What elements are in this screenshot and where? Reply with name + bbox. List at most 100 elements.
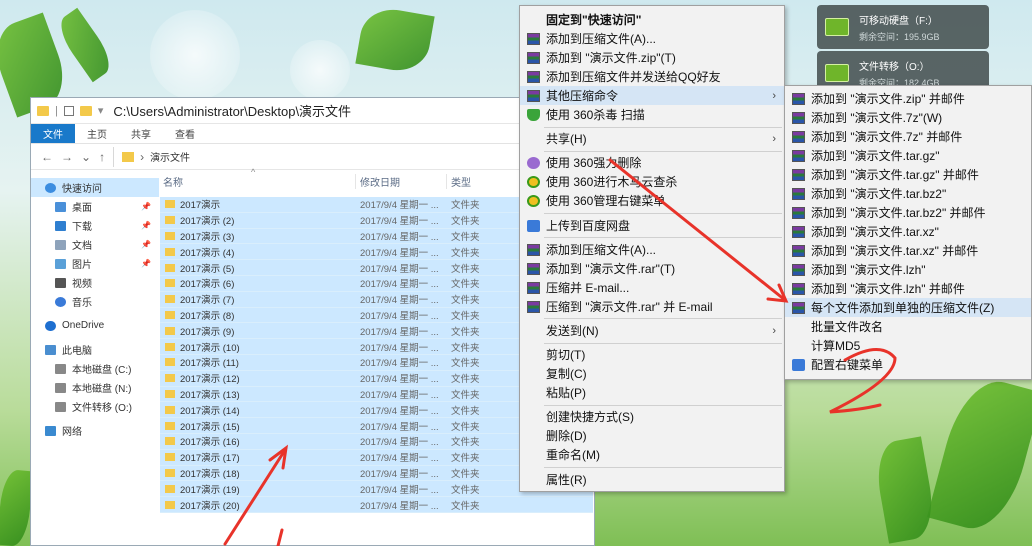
nav-item-drive-o[interactable]: 文件转移 (O:) [31, 397, 159, 416]
menu-item-label: 添加到压缩文件(A)... [546, 32, 656, 46]
winrar-icon [792, 112, 805, 124]
column-date[interactable]: 修改日期 [355, 173, 446, 189]
menu-item[interactable]: 删除(D) [520, 426, 784, 445]
tab-view[interactable]: 查看 [163, 124, 207, 143]
folder-icon [37, 105, 49, 116]
menu-item[interactable]: 添加到 "演示文件.zip"(T) [520, 48, 784, 67]
menu-separator [544, 467, 782, 468]
menu-item[interactable]: 计算MD5 [785, 336, 1031, 355]
file-type: 文件夹 [451, 374, 480, 386]
drive-name: 可移动硬盘（F:） [859, 15, 938, 27]
nav-item-videos[interactable]: 视频 [31, 273, 159, 292]
menu-item[interactable]: 添加到 "演示文件.tar.xz" [785, 222, 1031, 241]
file-date: 2017/9/4 星期一 ... [360, 263, 439, 275]
chevron-right-icon: › [772, 132, 776, 145]
menu-item[interactable]: 添加到 "演示文件.tar.gz" [785, 146, 1031, 165]
menu-item[interactable]: 创建快捷方式(S) [520, 407, 784, 426]
winrar-icon [527, 33, 540, 45]
menu-item[interactable]: 每个文件添加到单独的压缩文件(Z) [785, 298, 1031, 317]
menu-item[interactable]: 上传到百度网盘 [520, 216, 784, 235]
properties-icon[interactable] [63, 105, 74, 116]
drive-name: 文件转移（O:） [859, 61, 930, 73]
menu-item[interactable]: 添加到压缩文件(A)... [520, 240, 784, 259]
menu-item[interactable]: 添加到 "演示文件.lzh" 并邮件 [785, 279, 1031, 298]
breadcrumb[interactable]: 演示文件 [150, 149, 190, 164]
menu-item[interactable]: 添加到 "演示文件.zip" 并邮件 [785, 89, 1031, 108]
menu-item[interactable]: 使用 360杀毒 扫描 [520, 105, 784, 124]
winrar-icon [792, 264, 805, 276]
file-date: 2017/9/4 星期一 ... [360, 468, 439, 480]
tab-file[interactable]: 文件 [31, 124, 75, 143]
new-folder-icon[interactable] [79, 105, 92, 116]
menu-item[interactable]: 添加到 "演示文件.tar.gz" 并邮件 [785, 165, 1031, 184]
menu-item[interactable]: 使用 360进行木马云查杀 [520, 172, 784, 191]
winrar-icon [527, 71, 540, 83]
menu-item[interactable]: 发送到(N) › [520, 321, 784, 340]
menu-separator [544, 404, 782, 406]
nav-item-onedrive[interactable]: OneDrive [31, 316, 159, 335]
file-name-cell: 2017演示 (2) [160, 213, 356, 227]
folder-icon [122, 151, 135, 162]
forward-icon[interactable]: → [61, 150, 73, 164]
nav-item-drive-c[interactable]: 本地磁盘 (C:) [31, 359, 159, 378]
tab-share[interactable]: 共享 [119, 124, 163, 143]
file-date: 2017/9/4 星期一 ... [360, 500, 439, 512]
menu-item[interactable]: 使用 360强力删除 [520, 153, 784, 172]
drive-widget-removable[interactable]: 可移动硬盘（F:） 剩余空间：195.9GB [817, 5, 989, 49]
winrar-icon [792, 302, 805, 314]
nav-item-network[interactable]: 网络 [31, 421, 159, 440]
menu-item[interactable]: 固定到"快速访问" [520, 10, 784, 29]
file-date: 2017/9/4 星期一 ... [360, 437, 439, 449]
menu-item-label: 压缩并 E-mail... [546, 280, 630, 295]
menu-item[interactable]: 剪切(T) [520, 345, 784, 364]
tab-home[interactable]: 主页 [75, 124, 119, 143]
chevron-down-icon[interactable]: ⌄ [81, 150, 91, 164]
nav-item-this-pc[interactable]: 此电脑 [31, 340, 159, 359]
nav-item-downloads[interactable]: 下载 📌 [31, 216, 159, 235]
nav-item-drive-n[interactable]: 本地磁盘 (N:) [31, 378, 159, 397]
address-path[interactable]: › 演示文件 [113, 146, 190, 167]
column-name[interactable]: 名称 [159, 174, 355, 189]
nav-item-pictures[interactable]: 图片 📌 [31, 254, 159, 273]
nav-item-desktop[interactable]: 桌面 📌 [31, 197, 159, 216]
file-name: 2017演示 (2) [180, 216, 235, 228]
menu-item[interactable]: 重命名(M) [520, 445, 784, 464]
menu-item[interactable]: 其他压缩命令 › [520, 86, 784, 105]
menu-item[interactable]: 共享(H) › [520, 129, 784, 148]
menu-item[interactable]: 添加到 "演示文件.rar"(T) [520, 259, 784, 278]
table-row[interactable]: 2017演示 (20) 2017/9/4 星期一 ... 文件夹 [160, 497, 593, 513]
nav-item-documents[interactable]: 文档 📌 [31, 235, 159, 254]
menu-item[interactable]: 使用 360管理右键菜单 [520, 191, 784, 210]
menu-item[interactable]: 添加到 "演示文件.7z"(W) [785, 108, 1031, 127]
menu-item[interactable]: 配置右键菜单 [785, 355, 1031, 374]
menu-item[interactable]: 复制(C) [520, 364, 784, 383]
menu-item[interactable]: 属性(R) [520, 470, 784, 489]
nav-item-quick-access[interactable]: 快速访问 [31, 178, 159, 197]
menu-item[interactable]: 粘贴(P) [520, 383, 784, 402]
folder-icon [165, 342, 175, 351]
menu-item[interactable]: 批量文件改名 [785, 317, 1031, 336]
back-icon[interactable]: ← [41, 150, 53, 164]
column-type[interactable]: 类型 [446, 173, 506, 189]
menu-item[interactable]: 添加到 "演示文件.tar.xz" 并邮件 [785, 241, 1031, 260]
winrar-icon [792, 245, 805, 257]
chevron-down-icon[interactable]: ▾ [98, 104, 104, 117]
folder-icon [165, 231, 175, 240]
winrar-icon [527, 281, 540, 294]
file-type: 文件夹 [451, 295, 480, 307]
menu-item[interactable]: 压缩到 "演示文件.rar" 并 E-mail [520, 297, 784, 316]
menu-item[interactable]: 添加到 "演示文件.tar.bz2" [785, 184, 1031, 203]
nav-item-music[interactable]: 音乐 [31, 292, 159, 311]
file-date: 2017/9/4 星期一 ... [360, 231, 439, 243]
up-icon[interactable]: ↑ [99, 150, 105, 164]
menu-item[interactable]: 添加到 "演示文件.lzh" [785, 260, 1031, 279]
menu-item[interactable]: 压缩并 E-mail... [520, 278, 784, 297]
menu-item[interactable]: 添加到压缩文件(A)... [520, 29, 784, 48]
menu-item[interactable]: 添加到 "演示文件.7z" 并邮件 [785, 127, 1031, 146]
menu-item[interactable]: 添加到 "演示文件.tar.bz2" 并邮件 [785, 203, 1031, 222]
file-name-cell: 2017演示 (19) [160, 482, 356, 496]
file-name: 2017演示 (8) [180, 310, 235, 322]
file-type: 文件夹 [451, 200, 480, 212]
menu-item[interactable]: 添加到压缩文件并发送给QQ好友 [520, 67, 784, 86]
winrar-icon [792, 188, 805, 200]
